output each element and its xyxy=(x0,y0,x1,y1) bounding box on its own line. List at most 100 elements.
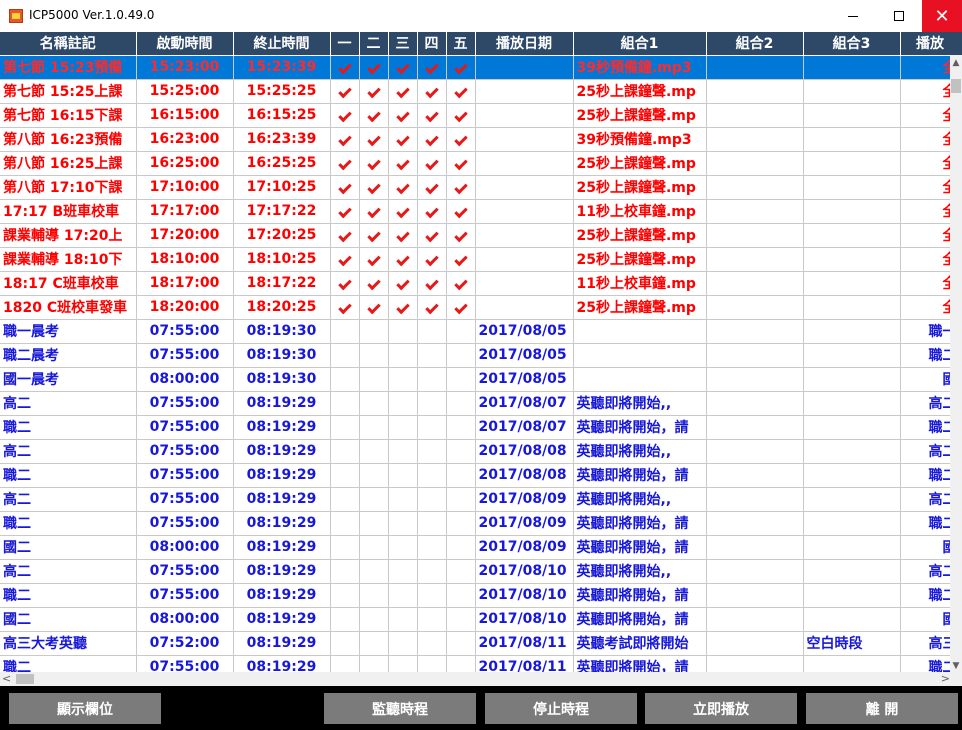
horizontal-scroll-thumb[interactable] xyxy=(16,674,34,684)
cell-combo-2[interactable] xyxy=(706,487,804,512)
table-row[interactable]: 國二08:00:0008:19:29 2017/08/09英聽即將開始，請 國 xyxy=(0,535,950,560)
cell-combo-3[interactable] xyxy=(803,271,901,296)
cell-play-date[interactable] xyxy=(475,247,574,272)
cell-start-time[interactable]: 07:55:00 xyxy=(136,655,234,672)
cell-day-3[interactable] xyxy=(388,79,418,104)
cell-day-1[interactable] xyxy=(330,535,360,560)
cell-end-time[interactable]: 15:23:39 xyxy=(233,55,331,80)
cell-day-1[interactable] xyxy=(330,55,360,80)
show-columns-button[interactable]: 顯示欄位 xyxy=(9,693,161,724)
cell-name[interactable]: 高二 xyxy=(0,559,137,584)
cell-name[interactable]: 高二 xyxy=(0,439,137,464)
cell-day-5[interactable] xyxy=(446,559,476,584)
cell-day-2[interactable] xyxy=(359,319,389,344)
cell-play-date[interactable]: 2017/08/10 xyxy=(475,559,574,584)
scroll-up-icon[interactable]: ▲ xyxy=(950,55,962,71)
cell-day-3[interactable] xyxy=(388,55,418,80)
cell-name[interactable]: 17:17 B班車校車 xyxy=(0,199,137,224)
cell-play-date[interactable]: 2017/08/09 xyxy=(475,535,574,560)
cell-combo-2[interactable] xyxy=(706,271,804,296)
cell-start-time[interactable]: 07:52:00 xyxy=(136,631,234,656)
cell-play-date[interactable]: 2017/08/10 xyxy=(475,607,574,632)
cell-combo-3[interactable] xyxy=(803,247,901,272)
cell-start-time[interactable]: 07:55:00 xyxy=(136,511,234,536)
cell-end-time[interactable]: 17:20:25 xyxy=(233,223,331,248)
cell-combo-1[interactable]: 11秒上校車鐘.mp xyxy=(573,199,707,224)
cell-day-3[interactable] xyxy=(388,151,418,176)
cell-day-1[interactable] xyxy=(330,439,360,464)
cell-combo-2[interactable] xyxy=(706,463,804,488)
cell-play[interactable]: 職二 xyxy=(900,463,950,488)
cell-combo-1[interactable]: 25秒上課鐘聲.mp xyxy=(573,223,707,248)
cell-day-5[interactable] xyxy=(446,463,476,488)
cell-play-date[interactable]: 2017/08/07 xyxy=(475,415,574,440)
cell-start-time[interactable]: 17:20:00 xyxy=(136,223,234,248)
table-row[interactable]: 第七節 15:23預備15:23:0015:23:39 39秒預備鐘.mp3 全 xyxy=(0,55,950,80)
cell-combo-3[interactable] xyxy=(803,343,901,368)
cell-play-date[interactable] xyxy=(475,151,574,176)
cell-day-2[interactable] xyxy=(359,607,389,632)
cell-day-1[interactable] xyxy=(330,247,360,272)
cell-day-5[interactable] xyxy=(446,271,476,296)
cell-end-time[interactable]: 08:19:29 xyxy=(233,535,331,560)
cell-day-1[interactable] xyxy=(330,175,360,200)
cell-play-date[interactable]: 2017/08/08 xyxy=(475,439,574,464)
cell-play-date[interactable]: 2017/08/08 xyxy=(475,463,574,488)
column-header[interactable]: 四 xyxy=(417,32,447,56)
cell-day-3[interactable] xyxy=(388,535,418,560)
cell-day-4[interactable] xyxy=(417,511,447,536)
cell-combo-3[interactable] xyxy=(803,151,901,176)
cell-day-3[interactable] xyxy=(388,415,418,440)
cell-end-time[interactable]: 16:23:39 xyxy=(233,127,331,152)
cell-play[interactable]: 全 xyxy=(900,223,950,248)
cell-combo-3[interactable]: 空白時段 xyxy=(803,631,901,656)
cell-start-time[interactable]: 08:00:00 xyxy=(136,535,234,560)
cell-day-4[interactable] xyxy=(417,487,447,512)
cell-end-time[interactable]: 08:19:30 xyxy=(233,319,331,344)
cell-day-3[interactable] xyxy=(388,271,418,296)
cell-combo-1[interactable]: 英聽即將開始,, xyxy=(573,559,707,584)
cell-day-3[interactable] xyxy=(388,439,418,464)
cell-start-time[interactable]: 07:55:00 xyxy=(136,487,234,512)
table-row[interactable]: 高二07:55:0008:19:292017/08/09英聽即將開始,,高二 xyxy=(0,487,950,512)
cell-name[interactable]: 職二 xyxy=(0,415,137,440)
cell-combo-2[interactable] xyxy=(706,55,804,80)
cell-day-5[interactable] xyxy=(446,655,476,672)
cell-day-2[interactable] xyxy=(359,343,389,368)
column-header[interactable]: 組合1 xyxy=(573,32,707,56)
cell-play-date[interactable]: 2017/08/05 xyxy=(475,319,574,344)
cell-day-5[interactable] xyxy=(446,391,476,416)
cell-end-time[interactable]: 08:19:29 xyxy=(233,439,331,464)
cell-combo-1[interactable]: 11秒上校車鐘.mp xyxy=(573,271,707,296)
cell-day-4[interactable] xyxy=(417,271,447,296)
cell-combo-1[interactable]: 25秒上課鐘聲.mp xyxy=(573,79,707,104)
cell-name[interactable]: 課業輔導 17:20上 xyxy=(0,223,137,248)
cell-start-time[interactable]: 07:55:00 xyxy=(136,415,234,440)
cell-day-4[interactable] xyxy=(417,391,447,416)
cell-day-4[interactable] xyxy=(417,247,447,272)
cell-start-time[interactable]: 18:10:00 xyxy=(136,247,234,272)
cell-play-date[interactable] xyxy=(475,103,574,128)
table-row[interactable]: 職二07:55:0008:19:292017/08/10英聽即將開始，請職二 xyxy=(0,583,950,608)
table-row[interactable]: 職二07:55:0008:19:292017/08/08英聽即將開始，請職二 xyxy=(0,463,950,488)
cell-start-time[interactable]: 16:15:00 xyxy=(136,103,234,128)
cell-end-time[interactable]: 08:19:29 xyxy=(233,487,331,512)
cell-combo-1[interactable]: 英聽即將開始，請 xyxy=(573,607,707,632)
cell-play[interactable]: 國 xyxy=(900,367,950,392)
cell-play[interactable]: 職二 xyxy=(900,583,950,608)
cell-day-2[interactable] xyxy=(359,583,389,608)
cell-day-3[interactable] xyxy=(388,655,418,672)
cell-combo-1[interactable]: 25秒上課鐘聲.mp xyxy=(573,247,707,272)
cell-end-time[interactable]: 08:19:29 xyxy=(233,655,331,672)
cell-play[interactable]: 職二 xyxy=(900,415,950,440)
cell-combo-3[interactable] xyxy=(803,127,901,152)
cell-name[interactable]: 高二 xyxy=(0,391,137,416)
cell-day-3[interactable] xyxy=(388,247,418,272)
cell-play[interactable]: 全 xyxy=(900,175,950,200)
cell-combo-1[interactable]: 英聽即將開始，請 xyxy=(573,511,707,536)
cell-start-time[interactable]: 18:17:00 xyxy=(136,271,234,296)
column-header[interactable]: 組合3 xyxy=(803,32,901,56)
table-row[interactable]: 課業輔導 17:20上17:20:0017:20:25 25秒上課鐘聲.mp 全 xyxy=(0,223,950,248)
table-row[interactable]: 第七節 15:25上課15:25:0015:25:25 25秒上課鐘聲.mp 全 xyxy=(0,79,950,104)
cell-play-date[interactable]: 2017/08/05 xyxy=(475,343,574,368)
